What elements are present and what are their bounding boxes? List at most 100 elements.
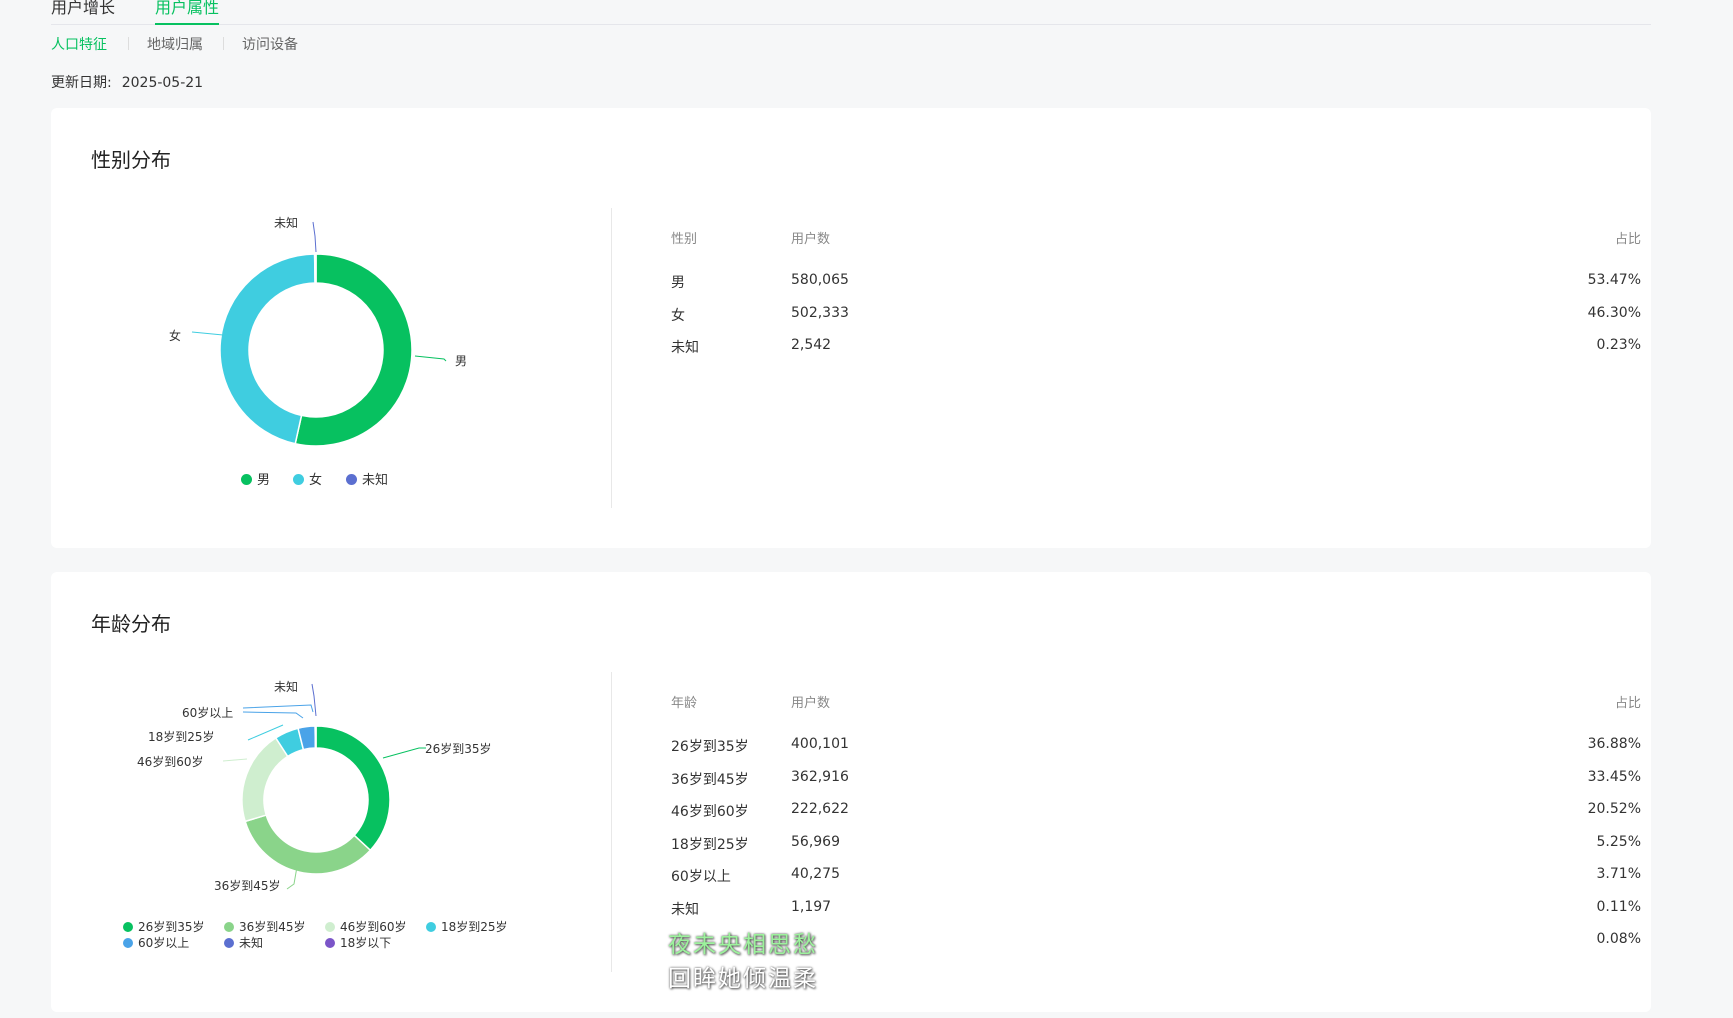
row-count: 2,542	[791, 337, 832, 353]
row-label: 男	[671, 275, 685, 291]
row-count: 222,622	[791, 801, 849, 817]
row-pct: 0.11%	[1596, 899, 1641, 915]
legend-dot-icon	[241, 474, 252, 485]
row-label: 60岁以上	[671, 869, 731, 885]
leader-line-60plus	[242, 711, 304, 719]
legend-label: 未知	[239, 936, 264, 950]
row-pct: 0.23%	[1596, 337, 1641, 353]
legend-item-under-18[interactable]: 18岁以下	[325, 934, 391, 951]
legend-item-18-25[interactable]: 18岁到25岁	[426, 918, 508, 935]
row-label: 46岁到60岁	[671, 804, 749, 820]
legend-item-unknown[interactable]: 未知	[224, 934, 263, 951]
legend-item-46-60[interactable]: 46岁到60岁	[325, 918, 407, 935]
leader-line-male	[414, 355, 447, 362]
slice-label-female: 女	[169, 328, 181, 343]
legend-label: 60岁以上	[138, 936, 190, 950]
row-pct: 33.45%	[1587, 769, 1641, 785]
legend-item-36-45[interactable]: 36岁到45岁	[224, 918, 306, 935]
row-label: 18岁到25岁	[671, 837, 749, 853]
age-arcs	[241, 725, 391, 875]
table-row: 男 580,065 53.47%	[671, 272, 1641, 292]
legend-dot-icon	[224, 938, 234, 948]
legend-item-female[interactable]: 女	[293, 469, 322, 488]
legend-dot-icon	[346, 474, 357, 485]
gender-table: 性别 用户数 占比 男 580,065 53.47% 女 502,333 46.…	[671, 228, 1641, 428]
tab-user-attributes[interactable]: 用户属性	[155, 0, 219, 16]
table-row: 未知 1,197 0.11%	[671, 899, 1641, 919]
row-pct: 0.08%	[1596, 931, 1641, 947]
table-row: 未知 2,542 0.23%	[671, 337, 1641, 357]
leader-line-female	[191, 331, 224, 336]
legend-label: 18岁以下	[340, 936, 392, 950]
subtab-devices[interactable]: 访问设备	[242, 34, 298, 54]
subtab-demographics[interactable]: 人口特征	[51, 34, 107, 54]
legend-item-60plus[interactable]: 60岁以上	[123, 934, 189, 951]
legend-label: 18岁到25岁	[441, 920, 508, 934]
legend-item-26-35[interactable]: 26岁到35岁	[123, 918, 205, 935]
gender-legend: 男 女 未知	[241, 469, 441, 489]
leader-line-26-35	[382, 747, 426, 759]
row-count: 400,101	[791, 736, 849, 752]
legend-label: 男	[257, 473, 271, 488]
lyric-overlay-line2: 回眸她倾温柔	[668, 966, 818, 992]
table-row: 26岁到35岁 400,101 36.88%	[671, 736, 1641, 756]
slice-label-36-45: 36岁到45岁	[214, 878, 281, 893]
row-pct: 3.71%	[1596, 866, 1641, 882]
slice-label-unknown: 未知	[274, 680, 298, 694]
row-label: 26岁到35岁	[671, 739, 749, 755]
row-label: 女	[671, 308, 685, 324]
gender-pct-header: 占比	[1614, 232, 1641, 247]
row-count: 502,333	[791, 305, 849, 321]
row-pct: 20.52%	[1587, 801, 1641, 817]
age-card: 年龄分布 26岁到35岁 36岁到45岁 46岁到60岁 18岁到25岁 60岁…	[51, 572, 1651, 1012]
legend-label: 未知	[362, 473, 389, 488]
update-date-label: 更新日期:	[51, 75, 112, 91]
age-slice-2[interactable]	[241, 736, 289, 823]
leader-line-46-60	[222, 758, 248, 762]
gender-count-header: 用户数	[791, 232, 831, 247]
tab-user-growth[interactable]: 用户增长	[51, 0, 115, 16]
row-count: 56,969	[791, 834, 840, 850]
age-count-header: 用户数	[791, 696, 831, 711]
slice-label-18-25: 18岁到25岁	[148, 729, 215, 744]
legend-dot-icon	[123, 922, 133, 932]
subtab-region[interactable]: 地域归属	[147, 34, 203, 54]
slice-label-60plus: 60岁以上	[182, 705, 233, 720]
legend-label: 36岁到45岁	[239, 920, 306, 934]
age-divider	[611, 672, 612, 972]
row-label: 未知	[671, 902, 699, 918]
row-label: 36岁到45岁	[671, 772, 749, 788]
gender-col-header: 性别	[671, 232, 698, 247]
row-label: 未知	[671, 340, 699, 356]
legend-label: 26岁到35岁	[138, 920, 205, 934]
row-pct: 36.88%	[1587, 736, 1641, 752]
row-count: 362,916	[791, 769, 849, 785]
age-slice-0[interactable]	[315, 725, 391, 852]
legend-item-unknown[interactable]: 未知	[346, 469, 388, 488]
legend-label: 女	[309, 473, 323, 488]
slice-label-26-35: 26岁到35岁	[425, 741, 492, 756]
gender-card: 性别分布 男 女 未知 男 女 未知 性别 用户数 占比 男 580,065 5…	[51, 108, 1651, 548]
lyric-overlay-line1: 夜未央相思愁	[668, 932, 818, 958]
age-pct-header: 占比	[1614, 696, 1641, 711]
legend-item-male[interactable]: 男	[241, 469, 270, 488]
gender-slice-2[interactable]	[313, 253, 317, 284]
gender-slice-1[interactable]	[219, 253, 316, 445]
age-col-header: 年龄	[671, 696, 698, 711]
table-row: 36岁到45岁 362,916 33.45%	[671, 769, 1641, 789]
table-row: 女 502,333 46.30%	[671, 305, 1641, 325]
age-slice-1[interactable]	[244, 814, 372, 875]
slice-label-46-60: 46岁到60岁	[137, 754, 204, 769]
gender-arcs	[219, 253, 413, 447]
gender-divider	[611, 208, 612, 508]
table-row: 46岁到60岁 222,622 20.52%	[671, 801, 1641, 821]
row-count: 1,197	[791, 899, 832, 915]
update-date-value: 2025-05-21	[121, 75, 204, 91]
row-count: 580,065	[791, 272, 849, 288]
table-row: 60岁以上 40,275 3.71%	[671, 866, 1641, 886]
legend-dot-icon	[325, 922, 335, 932]
slice-label-male: 男	[455, 354, 467, 368]
legend-dot-icon	[224, 922, 234, 932]
row-pct: 5.25%	[1596, 834, 1641, 850]
age-legend: 26岁到35岁 36岁到45岁 46岁到60岁 18岁到25岁 60岁以上 未知…	[123, 918, 543, 958]
